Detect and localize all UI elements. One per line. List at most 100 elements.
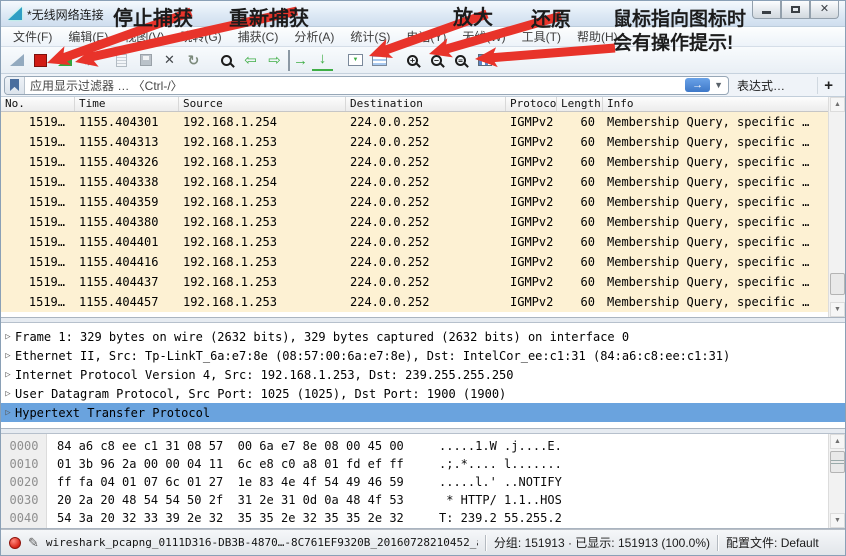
packet-row[interactable]: 1519… 1155.404457 192.168.1.253 224.0.0.… [1, 292, 830, 312]
packet-row[interactable]: 1519… 1155.404301 192.168.1.254 224.0.0.… [1, 112, 830, 132]
detail-row[interactable]: ▷ Frame 1: 329 bytes on wire (2632 bits)… [1, 327, 845, 346]
auto-scroll-icon[interactable] [345, 50, 366, 71]
scrollbar-thumb[interactable] [830, 273, 845, 295]
menu-item[interactable]: 视图(V) [116, 26, 172, 47]
column-header-protocol[interactable]: Protocol [506, 97, 557, 111]
zoom-in-icon[interactable]: + [402, 50, 423, 71]
scroll-down-icon[interactable]: ▼ [830, 513, 845, 528]
packet-row[interactable]: 1519… 1155.404401 192.168.1.253 224.0.0.… [1, 232, 830, 252]
expand-triangle-icon[interactable]: ▷ [1, 408, 15, 418]
column-header-time[interactable]: Time [75, 97, 179, 111]
packet-row[interactable]: 1519… 1155.404437 192.168.1.253 224.0.0.… [1, 272, 830, 292]
go-back-icon[interactable] [240, 50, 261, 71]
resize-columns-icon[interactable] [474, 50, 495, 71]
packet-row[interactable]: 1519… 1155.404338 192.168.1.254 224.0.0.… [1, 172, 830, 192]
go-forward-icon[interactable] [264, 50, 285, 71]
scrollbar-thumb[interactable] [830, 451, 845, 473]
cell-protocol: IGMPv2 [506, 272, 557, 292]
hex-row[interactable]: 0020 ff fa 04 01 07 6c 01 27 1e 83 4e 4f… [1, 473, 845, 491]
edit-comment-icon[interactable] [28, 534, 39, 552]
hex-row[interactable]: 0040 54 3a 20 32 33 39 2e 32 35 35 2e 32… [1, 509, 845, 527]
open-file-icon[interactable] [111, 50, 132, 71]
reload-file-icon[interactable] [183, 50, 204, 71]
filter-placeholder[interactable]: 应用显示过滤器 … 〈Ctrl-/〉 [25, 77, 685, 94]
expert-info-icon[interactable] [9, 537, 21, 549]
column-header-source[interactable]: Source [179, 97, 346, 111]
filter-bookmark-button[interactable] [5, 77, 25, 94]
save-file-icon[interactable] [135, 50, 156, 71]
start-capture-icon[interactable] [6, 50, 27, 71]
filter-dropdown-caret-icon[interactable]: ▼ [714, 80, 723, 90]
menu-item[interactable]: 跳转(G) [172, 26, 229, 47]
stop-capture-icon[interactable] [30, 50, 51, 71]
detail-row[interactable]: ▷ Internet Protocol Version 4, Src: 192.… [1, 365, 845, 384]
packet-row[interactable]: 1519… 1155.404326 192.168.1.253 224.0.0.… [1, 152, 830, 172]
display-filter-input[interactable]: 应用显示过滤器 … 〈Ctrl-/〉 ▼ [4, 76, 729, 95]
menu-item[interactable]: 分析(A) [286, 26, 342, 47]
packets-count: 分组: 151913 · 已显示: 151913 (100.0%) [494, 534, 710, 551]
window-controls: ✕ [752, 1, 839, 19]
menu-item[interactable]: 统计(S) [342, 26, 398, 47]
scroll-up-icon[interactable]: ▲ [830, 434, 845, 449]
hex-row[interactable]: 0010 01 3b 96 2a 00 00 04 11 6c e8 c0 a8… [1, 455, 845, 473]
detail-row[interactable]: ▷ Ethernet II, Src: Tp-LinkT_6a:e7:8e (0… [1, 346, 845, 365]
cell-protocol: IGMPv2 [506, 112, 557, 132]
zoom-out-icon[interactable]: − [426, 50, 447, 71]
menu-item[interactable]: 捕获(C) [230, 26, 287, 47]
hex-bytes: 84 a6 c8 ee c1 31 08 57 00 6a e7 8e 08 0… [47, 437, 439, 455]
column-header-destination[interactable]: Destination [346, 97, 506, 111]
maximize-button[interactable] [781, 1, 810, 19]
close-button[interactable]: ✕ [810, 1, 839, 19]
menu-item[interactable]: 文件(F) [5, 26, 60, 47]
expand-triangle-icon[interactable]: ▷ [1, 389, 15, 399]
expand-triangle-icon[interactable]: ▷ [1, 351, 15, 361]
add-filter-button[interactable]: + [817, 77, 839, 94]
close-file-icon[interactable] [159, 50, 180, 71]
hex-scrollbar[interactable]: ▲ ▼ [828, 434, 845, 528]
profile-label[interactable]: 配置文件: Default [726, 534, 819, 551]
detail-text: Internet Protocol Version 4, Src: 192.16… [15, 368, 514, 382]
packet-row[interactable]: 1519… 1155.404313 192.168.1.253 224.0.0.… [1, 132, 830, 152]
menu-item[interactable]: 电话(Y) [398, 26, 454, 47]
cell-protocol: IGMPv2 [506, 132, 557, 152]
packet-row[interactable]: 1519… 1155.404359 192.168.1.253 224.0.0.… [1, 192, 830, 212]
cell-no: 1519… [1, 292, 75, 312]
column-header-info[interactable]: Info [603, 97, 830, 111]
hex-row[interactable]: 0000 84 a6 c8 ee c1 31 08 57 00 6a e7 8e… [1, 437, 845, 455]
cell-info: Membership Query, specific … [603, 192, 830, 212]
menu-item[interactable]: 编辑(E) [60, 26, 116, 47]
expand-triangle-icon[interactable]: ▷ [1, 370, 15, 380]
packet-row[interactable]: 1519… 1155.404416 192.168.1.253 224.0.0.… [1, 252, 830, 272]
menu-item[interactable]: 帮助(H) [569, 26, 626, 47]
expression-button[interactable]: 表达式… [729, 77, 795, 94]
apply-filter-button[interactable] [685, 78, 710, 92]
cell-no: 1519… [1, 232, 75, 252]
hex-row[interactable]: 0030 20 2a 20 48 54 54 50 2f 31 2e 31 0d… [1, 491, 845, 509]
expand-triangle-icon[interactable]: ▷ [1, 332, 15, 342]
scroll-down-icon[interactable]: ▼ [830, 302, 845, 317]
find-packet-icon[interactable] [216, 50, 237, 71]
go-to-last-icon[interactable] [312, 50, 333, 71]
cell-length: 60 [557, 172, 603, 192]
column-header-length[interactable]: Length [557, 97, 603, 111]
colorize-icon[interactable] [369, 50, 390, 71]
restart-capture-icon[interactable] [54, 50, 75, 71]
go-to-packet-icon[interactable] [288, 50, 309, 71]
zoom-reset-icon[interactable]: = [450, 50, 471, 71]
packet-row[interactable]: 1519… 1155.404380 192.168.1.253 224.0.0.… [1, 212, 830, 232]
menu-item[interactable]: 工具(T) [514, 26, 569, 47]
cell-source: 192.168.1.254 [179, 112, 346, 132]
cell-no: 1519… [1, 132, 75, 152]
hex-ascii: .....l.' ..NOTIFY [439, 473, 562, 491]
packet-list-scrollbar[interactable]: ▲ ▼ [828, 97, 845, 317]
capture-options-icon[interactable] [78, 50, 99, 71]
minimize-button[interactable] [752, 1, 781, 19]
detail-row[interactable]: ▷ Hypertext Transfer Protocol [1, 403, 845, 422]
menu-item[interactable]: 无线(W) [454, 26, 513, 47]
detail-row[interactable]: ▷ User Datagram Protocol, Src Port: 1025… [1, 384, 845, 403]
scroll-up-icon[interactable]: ▲ [830, 97, 845, 112]
hex-offset: 0040 [1, 509, 47, 527]
hex-dump-pane: 0000 84 a6 c8 ee c1 31 08 57 00 6a e7 8e… [1, 434, 845, 529]
column-header-no[interactable]: No. [1, 97, 75, 111]
cell-info: Membership Query, specific … [603, 272, 830, 292]
